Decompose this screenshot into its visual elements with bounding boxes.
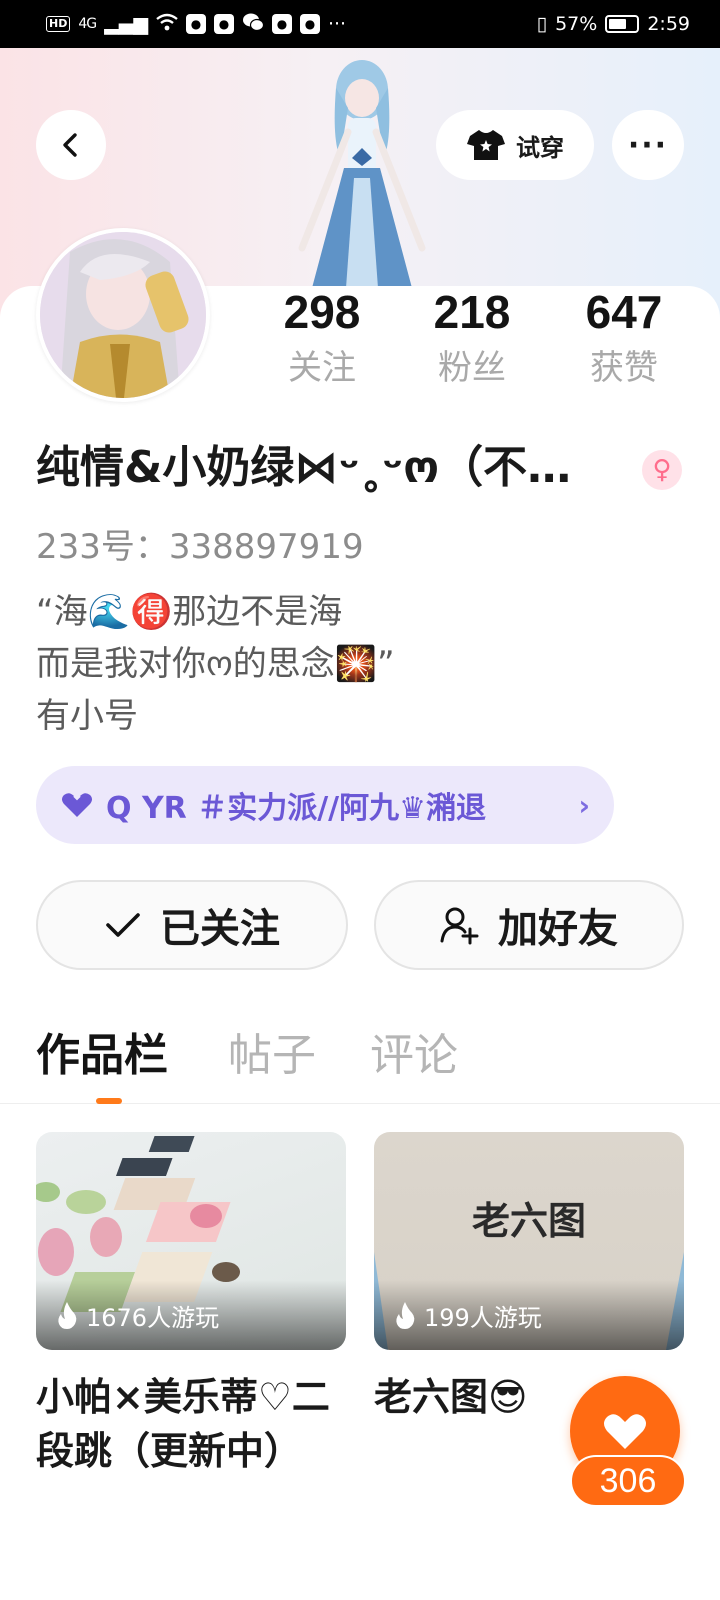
heart-icon [604,1414,646,1449]
checkmark-icon [106,913,140,937]
baidu-app-icon: ● [299,14,320,34]
play-count: 1676人游玩 [86,1303,220,1332]
add-friend-label: 加好友 [498,906,618,952]
likes-label: 获赞 [590,348,658,388]
hd-icon: HD [46,16,71,32]
flame-icon [58,1302,77,1329]
wifi-icon [156,13,178,36]
stat-following[interactable]: 298 关注 [252,284,392,392]
flame-icon [396,1302,415,1329]
more-dots-icon: ··· [627,127,669,163]
avatar-image [40,232,206,398]
followed-button[interactable]: 已关注 [36,880,348,970]
username: 纯情&小奶绿⋈ᵕ˳ᵕო（不… [36,442,572,493]
more-button[interactable]: ··· [612,110,684,180]
status-left: HD 4G ▂▄▆ ● ● ● ● ··· [46,12,346,37]
bio-line: 而是我对你ო的思念🎇” [36,644,395,684]
baidu-app-icon: ● [271,14,292,34]
wechat-icon [242,12,265,37]
profile-tabs: 作品栏 帖子 评论 [0,1018,720,1104]
following-label: 关注 [288,348,356,388]
tab-comments[interactable]: 评论 [370,1028,458,1084]
fans-label: 粉丝 [438,348,506,388]
play-count-bar: 199人游玩 [374,1280,684,1350]
vibrate-icon: ▯ [536,13,548,35]
tab-works[interactable]: 作品栏 [36,1028,168,1084]
group-tag-pill[interactable]: Q YR ＃实力派//阿九♛潲退 › [36,766,614,844]
status-bar: HD 4G ▂▄▆ ● ● ● ● ··· ▯ 57% 2:59 [0,0,720,48]
stat-likes[interactable]: 647 获赞 [554,284,694,392]
work-thumbnail[interactable]: 老六图 199人游玩 [374,1132,684,1350]
play-count: 199人游玩 [424,1303,542,1332]
chevron-left-icon [63,133,77,157]
baidu-app-icon: ● [213,14,234,34]
bio-line: 有小号 [36,696,138,736]
tab-posts[interactable]: 帖子 [228,1028,316,1084]
network-label: 4G [78,16,97,32]
work-title[interactable]: 小帕×美乐蒂♡二段跳（更新中） [36,1370,346,1478]
battery-icon [605,15,640,33]
stat-fans[interactable]: 218 粉丝 [402,284,542,392]
like-count-badge[interactable]: 306 [570,1455,686,1507]
more-notifications-icon: ··· [327,13,347,35]
back-button[interactable] [36,110,106,180]
female-gender-icon: ♀ [642,450,682,490]
heart-icon [62,793,92,817]
play-count-bar: 1676人游玩 [36,1280,346,1350]
battery-percent: 57% [555,13,598,35]
fans-count: 218 [433,286,511,338]
user-id[interactable]: 233号：338897919 [36,524,364,570]
group-tag-text: Q YR ＃实力派//阿九♛潲退 [106,791,487,826]
avatar[interactable] [36,228,210,402]
try-on-button[interactable]: 试穿 [436,110,594,180]
active-tab-indicator [96,1098,122,1104]
work-thumbnail-text: 老六图 [471,1199,586,1243]
add-user-icon [440,907,479,945]
tshirt-icon [467,130,505,160]
work-card[interactable]: 1676人游玩 小帕×美乐蒂♡二段跳（更新中） [36,1132,346,1478]
work-thumbnail[interactable]: 1676人游玩 [36,1132,346,1350]
bio-line: “海🌊🉐那边不是海 [36,592,343,632]
clock: 2:59 [647,13,690,35]
status-right: ▯ 57% 2:59 [537,13,690,35]
followed-label: 已关注 [160,906,280,952]
signal-icon: ▂▄▆ [104,13,148,35]
likes-count: 647 [585,286,663,338]
chevron-right-icon: › [578,788,590,822]
try-on-label: 试穿 [516,133,564,162]
following-count: 298 [283,286,361,338]
bio: “海🌊🉐那边不是海 而是我对你ო的思念🎇” 有小号 [36,586,656,742]
baidu-app-icon: ● [185,14,206,34]
add-friend-button[interactable]: 加好友 [374,880,684,970]
avatar-3d-figure [298,60,426,288]
